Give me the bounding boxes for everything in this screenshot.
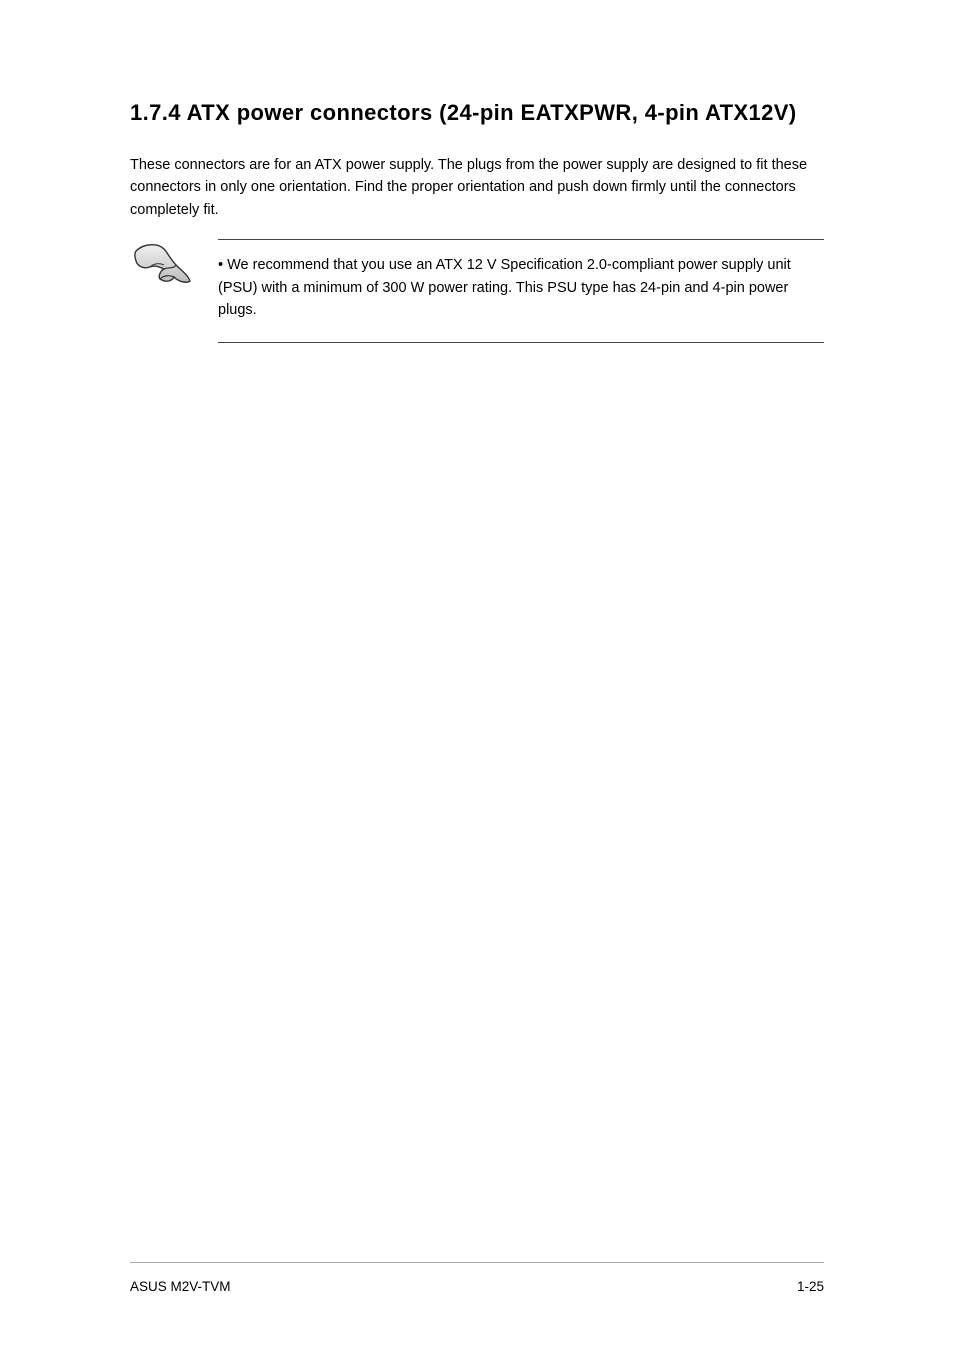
footer-left: ASUS M2V-TVM <box>130 1279 231 1294</box>
note-callout: • We recommend that you use an ATX 12 V … <box>130 239 824 342</box>
note-bullet-1: • We recommend that you use an ATX 12 V … <box>218 254 824 321</box>
hand-note-icon <box>130 239 218 287</box>
note-body: • We recommend that you use an ATX 12 V … <box>218 239 824 342</box>
footer-divider <box>130 1262 824 1263</box>
footer-right: 1-25 <box>797 1279 824 1294</box>
intro-paragraph: These connectors are for an ATX power su… <box>130 154 824 221</box>
section-title: 1.7.4 ATX power connectors (24-pin EATXP… <box>130 100 824 126</box>
page-footer: ASUS M2V-TVM 1-25 <box>130 1279 824 1294</box>
